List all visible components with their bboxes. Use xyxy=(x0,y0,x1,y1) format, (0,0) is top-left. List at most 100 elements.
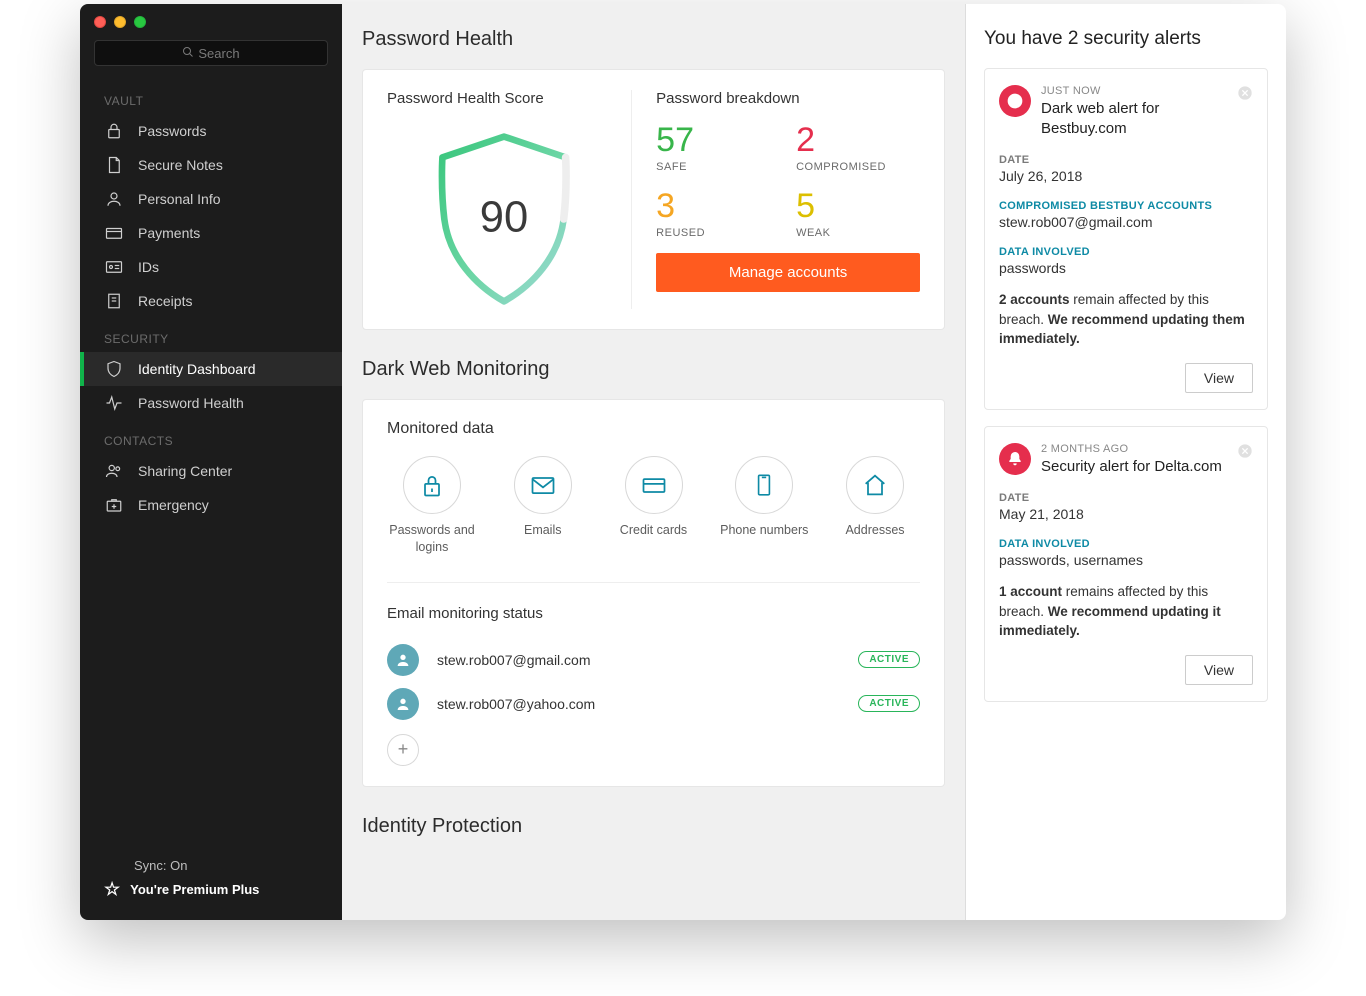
credit-card-icon xyxy=(625,456,683,514)
padlock-icon xyxy=(403,456,461,514)
monitored-data-title: Monitored data xyxy=(387,420,920,438)
sidebar-item-ids[interactable]: IDs xyxy=(80,250,342,284)
dismiss-alert-button[interactable] xyxy=(1237,443,1253,462)
alert-title: Dark web alert for Bestbuy.com xyxy=(1041,99,1233,138)
breakdown-safe: 57 SAFE xyxy=(656,123,780,173)
nav-label: Passwords xyxy=(138,123,206,139)
pulse-icon xyxy=(104,394,124,412)
dark-web-card: Monitored data Passwords and logins Emai… xyxy=(362,399,945,787)
alert-accounts-label: COMPROMISED BESTBUY ACCOUNTS xyxy=(999,200,1253,212)
monitor-phone-numbers[interactable]: Phone numbers xyxy=(719,456,809,556)
email-status-title: Email monitoring status xyxy=(387,605,920,622)
phone-icon xyxy=(735,456,793,514)
sidebar-item-emergency[interactable]: Emergency xyxy=(80,488,342,522)
monitor-passwords[interactable]: Passwords and logins xyxy=(387,456,477,556)
id-icon xyxy=(104,258,124,276)
search-input[interactable]: Search xyxy=(94,40,328,66)
user-avatar-icon xyxy=(387,688,419,720)
health-score-section: Password Health Score 90 xyxy=(387,90,632,309)
add-email-button[interactable]: + xyxy=(387,734,419,766)
nav-label: Payments xyxy=(138,225,200,241)
monitor-credit-cards[interactable]: Credit cards xyxy=(609,456,699,556)
monitor-addresses[interactable]: Addresses xyxy=(830,456,920,556)
alert-card: JUST NOW Dark web alert for Bestbuy.com … xyxy=(984,68,1268,410)
view-alert-button[interactable]: View xyxy=(1185,655,1253,685)
score-shield: 90 xyxy=(387,123,621,309)
manage-accounts-button[interactable]: Manage accounts xyxy=(656,253,920,292)
nav-label: Receipts xyxy=(138,293,192,309)
sidebar-item-payments[interactable]: Payments xyxy=(80,216,342,250)
lock-icon xyxy=(104,122,124,140)
main-panel: Password Health Password Health Score xyxy=(342,4,966,920)
home-icon xyxy=(846,456,904,514)
breakdown-reused: 3 REUSED xyxy=(656,189,780,239)
alert-date: May 21, 2018 xyxy=(999,506,1253,522)
alert-body: 1 account remains affected by this breac… xyxy=(999,582,1253,641)
alert-data: passwords xyxy=(999,260,1253,276)
sidebar-item-identity-dashboard[interactable]: Identity Dashboard xyxy=(80,352,342,386)
status-badge: ACTIVE xyxy=(858,651,920,668)
email-address: stew.rob007@gmail.com xyxy=(437,652,858,668)
password-health-heading: Password Health xyxy=(362,28,945,51)
sidebar-footer: Sync: On ☆ You're Premium Plus xyxy=(80,842,342,920)
alert-card: 2 MONTHS AGO Security alert for Delta.co… xyxy=(984,426,1268,702)
close-window-button[interactable] xyxy=(94,16,106,28)
view-alert-button[interactable]: View xyxy=(1185,363,1253,393)
breakdown-grid: 57 SAFE 2 COMPROMISED 3 REUSED 5 WEAK xyxy=(656,123,920,239)
alert-date-label: DATE xyxy=(999,154,1253,166)
minimize-window-button[interactable] xyxy=(114,16,126,28)
nav-label: Personal Info xyxy=(138,191,221,207)
identity-protection-heading: Identity Protection xyxy=(362,815,945,838)
nav-label: Sharing Center xyxy=(138,463,232,479)
section-security-label: SECURITY xyxy=(80,318,342,352)
alert-data-label: DATA INVOLVED xyxy=(999,538,1253,550)
search-placeholder: Search xyxy=(198,46,239,61)
sidebar-item-sharing-center[interactable]: Sharing Center xyxy=(80,454,342,488)
sidebar-item-personal-info[interactable]: Personal Info xyxy=(80,182,342,216)
premium-status: ☆ You're Premium Plus xyxy=(104,879,318,900)
monitor-emails[interactable]: Emails xyxy=(498,456,588,556)
people-icon xyxy=(104,462,124,480)
monitored-data-row: Passwords and logins Emails Credit cards xyxy=(387,456,920,583)
score-value: 90 xyxy=(480,193,528,241)
email-status-row: stew.rob007@yahoo.com ACTIVE xyxy=(387,682,920,726)
dark-web-heading: Dark Web Monitoring xyxy=(362,358,945,381)
password-health-card: Password Health Score 90 xyxy=(362,69,945,330)
nav-label: IDs xyxy=(138,259,159,275)
app-window: Search VAULT Passwords Secure Notes Pers… xyxy=(80,4,1286,920)
nav-label: Secure Notes xyxy=(138,157,223,173)
dismiss-alert-button[interactable] xyxy=(1237,85,1253,104)
alerts-panel: You have 2 security alerts JUST NOW Dark… xyxy=(966,4,1286,920)
status-badge: ACTIVE xyxy=(858,695,920,712)
emergency-icon xyxy=(104,496,124,514)
section-contacts-label: CONTACTS xyxy=(80,420,342,454)
search-icon xyxy=(182,46,194,61)
sidebar-item-passwords[interactable]: Passwords xyxy=(80,114,342,148)
bell-icon xyxy=(999,443,1031,475)
breakdown-weak: 5 WEAK xyxy=(796,189,920,239)
breakdown-compromised: 2 COMPROMISED xyxy=(796,123,920,173)
sidebar-item-secure-notes[interactable]: Secure Notes xyxy=(80,148,342,182)
star-icon: ☆ xyxy=(104,879,120,900)
alert-time: 2 MONTHS AGO xyxy=(1041,443,1233,455)
sidebar: Search VAULT Passwords Secure Notes Pers… xyxy=(80,4,342,920)
plus-icon: + xyxy=(398,739,409,760)
nav-label: Emergency xyxy=(138,497,209,513)
alert-time: JUST NOW xyxy=(1041,85,1233,97)
window-controls xyxy=(80,4,342,38)
email-status-row: stew.rob007@gmail.com ACTIVE xyxy=(387,638,920,682)
sidebar-item-password-health[interactable]: Password Health xyxy=(80,386,342,420)
alert-date: July 26, 2018 xyxy=(999,168,1253,184)
alert-title: Security alert for Delta.com xyxy=(1041,457,1233,477)
alerts-heading: You have 2 security alerts xyxy=(984,28,1268,50)
nav-label: Identity Dashboard xyxy=(138,361,256,377)
maximize-window-button[interactable] xyxy=(134,16,146,28)
breakdown-title: Password breakdown xyxy=(656,90,920,107)
section-vault-label: VAULT xyxy=(80,80,342,114)
sidebar-item-receipts[interactable]: Receipts xyxy=(80,284,342,318)
alert-data: passwords, usernames xyxy=(999,552,1253,568)
alert-date-label: DATE xyxy=(999,492,1253,504)
envelope-icon xyxy=(514,456,572,514)
nav-label: Password Health xyxy=(138,395,244,411)
score-title: Password Health Score xyxy=(387,90,621,107)
